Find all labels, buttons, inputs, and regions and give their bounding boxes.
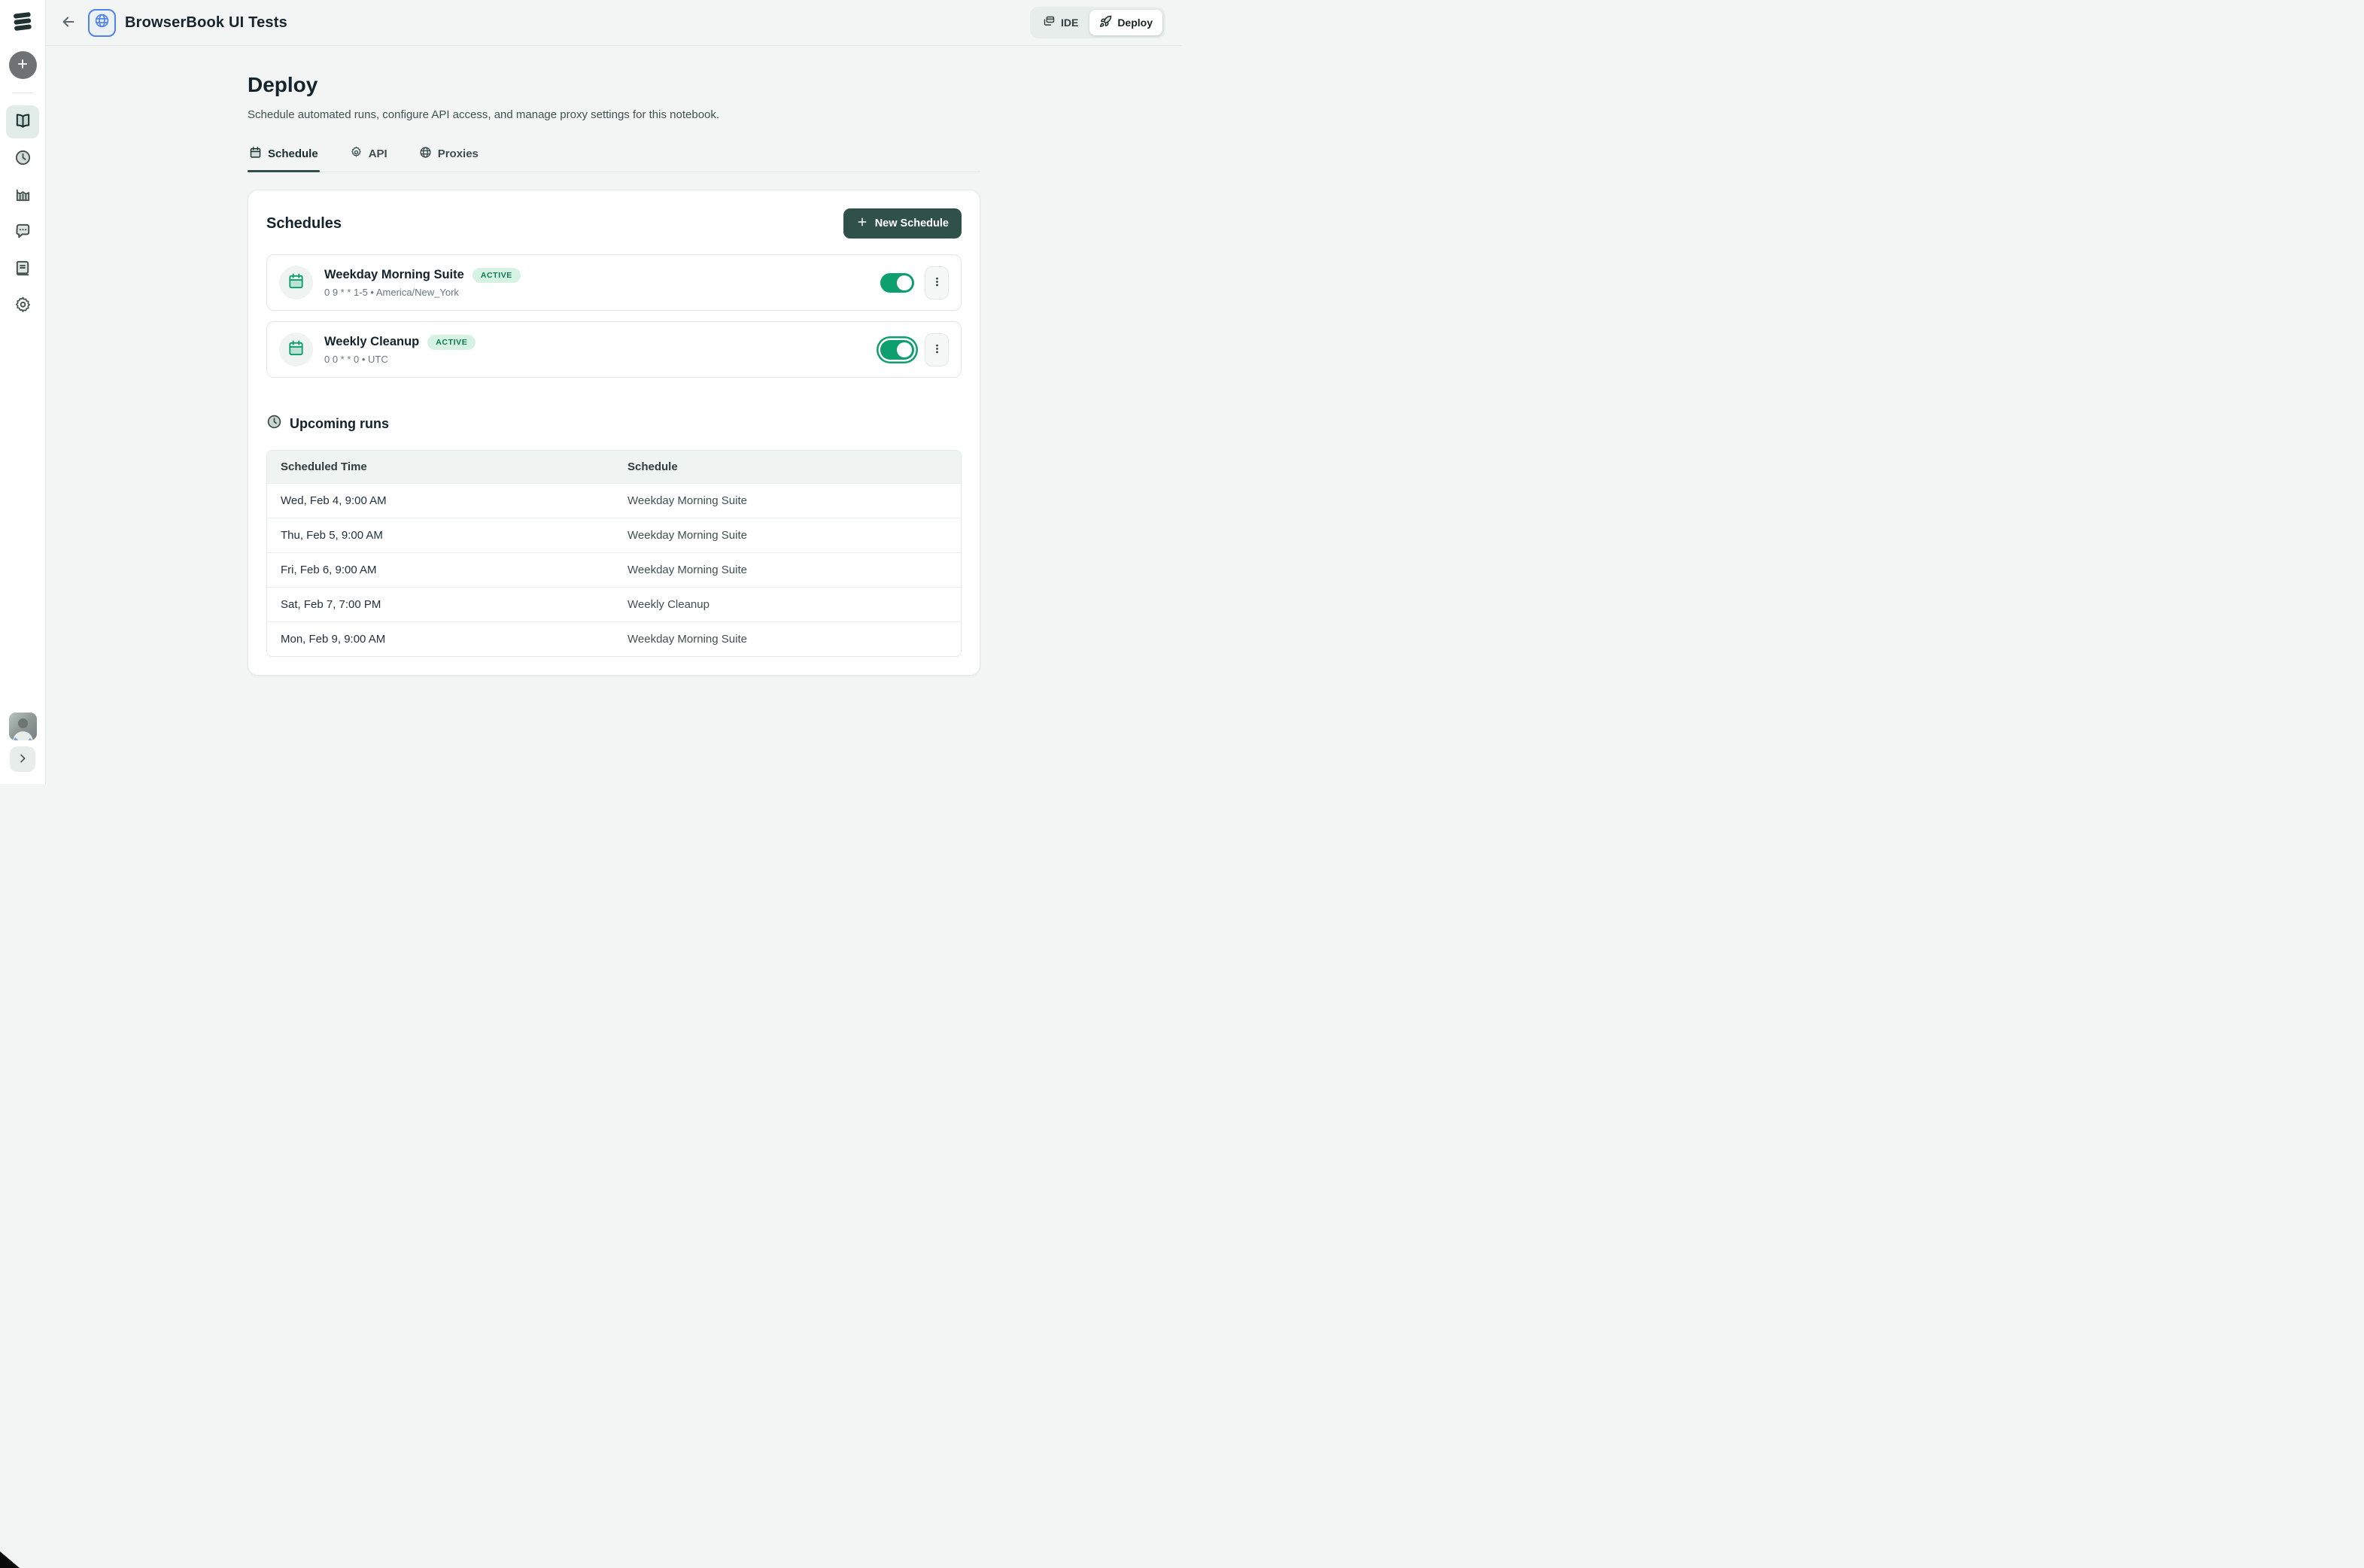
journal-icon <box>14 260 32 279</box>
main-content: Deploy Schedule automated runs, configur… <box>46 46 1182 784</box>
gear-icon <box>14 296 32 316</box>
deploy-view-label: Deploy <box>1117 17 1153 29</box>
schedules-heading: Schedules <box>266 215 342 232</box>
schedule-calendar-badge <box>279 266 313 299</box>
back-button[interactable] <box>55 9 82 36</box>
new-schedule-button[interactable]: New Schedule <box>843 208 962 239</box>
sidebar <box>0 0 46 784</box>
table-row: Mon, Feb 9, 9:00 AM Weekday Morning Suit… <box>267 621 961 656</box>
table-header-row: Scheduled Time Schedule <box>267 451 961 483</box>
run-scheduled-time: Thu, Feb 5, 9:00 AM <box>267 518 614 552</box>
schedule-item: Weekday Morning Suite ACTIVE 0 9 * * 1-5… <box>266 254 962 311</box>
tab-proxies[interactable]: Proxies <box>418 146 480 172</box>
table-row: Wed, Feb 4, 9:00 AM Weekday Morning Suit… <box>267 483 961 518</box>
tab-proxies-label: Proxies <box>438 147 479 160</box>
page-title: Deploy <box>248 73 980 97</box>
toggle-knob <box>897 275 912 290</box>
sidebar-item-schedule[interactable] <box>6 142 39 175</box>
run-schedule-name: Weekday Morning Suite <box>614 484 961 518</box>
schedule-menu-button[interactable] <box>925 333 949 366</box>
status-badge: ACTIVE <box>472 268 521 283</box>
sidebar-item-analytics[interactable] <box>6 179 39 212</box>
schedule-toggle[interactable] <box>880 273 914 293</box>
toggle-knob <box>897 342 912 357</box>
table-body: Wed, Feb 4, 9:00 AM Weekday Morning Suit… <box>267 483 961 656</box>
tab-api-label: API <box>369 147 387 160</box>
sidebar-item-notebook[interactable] <box>6 105 39 138</box>
globe-icon <box>419 146 432 162</box>
column-header-scheduled-time: Scheduled Time <box>267 451 614 483</box>
upcoming-runs-table: Scheduled Time Schedule Wed, Feb 4, 9:00… <box>266 450 962 657</box>
chevron-right-icon <box>17 752 29 767</box>
table-row: Thu, Feb 5, 9:00 AM Weekday Morning Suit… <box>267 518 961 552</box>
globe-icon <box>94 13 110 32</box>
cursor-artifact <box>0 1551 20 1568</box>
calendar-icon <box>287 272 305 293</box>
run-schedule-name: Weekly Cleanup <box>614 588 961 621</box>
schedule-cron: 0 0 * * 0 • UTC <box>324 354 476 365</box>
schedule-name: Weekly Cleanup <box>324 335 419 349</box>
schedule-name: Weekday Morning Suite <box>324 268 464 282</box>
schedule-list: Weekday Morning Suite ACTIVE 0 9 * * 1-5… <box>266 254 962 378</box>
schedule-cron: 0 9 * * 1-5 • America/New_York <box>324 287 521 298</box>
view-mode-switcher: IDE Deploy <box>1030 7 1165 38</box>
schedule-menu-button[interactable] <box>925 266 949 299</box>
ide-view-button[interactable]: IDE <box>1033 10 1088 35</box>
schedule-item: Weekly Cleanup ACTIVE 0 0 * * 0 • UTC <box>266 321 962 378</box>
tab-api[interactable]: API <box>348 146 389 172</box>
schedule-toggle[interactable] <box>880 340 914 360</box>
run-scheduled-time: Fri, Feb 6, 9:00 AM <box>267 553 614 587</box>
deploy-tabs: Schedule API Proxies <box>248 146 980 172</box>
column-header-schedule: Schedule <box>614 451 961 483</box>
plus-icon <box>856 216 868 231</box>
app-logo-layers-icon <box>11 11 35 33</box>
top-bar: BrowserBook UI Tests IDE <box>46 0 1182 46</box>
deploy-view-button[interactable]: Deploy <box>1089 10 1162 35</box>
new-notebook-button[interactable] <box>9 51 37 79</box>
kebab-icon <box>931 276 943 290</box>
notebook-title: BrowserBook UI Tests <box>125 14 287 32</box>
table-row: Fri, Feb 6, 9:00 AM Weekday Morning Suit… <box>267 552 961 587</box>
kebab-icon <box>931 343 943 357</box>
bar-chart-icon <box>14 186 32 205</box>
schedules-card: Schedules New Schedule <box>248 190 980 676</box>
upcoming-runs-heading: Upcoming runs <box>290 416 389 432</box>
ide-windows-icon <box>1043 15 1056 30</box>
chat-bubble-icon <box>14 223 32 242</box>
rocket-icon <box>1099 15 1112 30</box>
page-subtitle: Schedule automated runs, configure API a… <box>248 108 980 121</box>
calendar-icon <box>287 339 305 360</box>
clock-icon <box>266 414 282 433</box>
run-scheduled-time: Mon, Feb 9, 9:00 AM <box>267 622 614 656</box>
run-scheduled-time: Sat, Feb 7, 7:00 PM <box>267 588 614 621</box>
user-avatar[interactable] <box>9 713 37 740</box>
schedule-calendar-badge <box>279 333 313 366</box>
table-row: Sat, Feb 7, 7:00 PM Weekly Cleanup <box>267 587 961 621</box>
clock-icon <box>14 149 32 169</box>
new-schedule-label: New Schedule <box>875 217 949 229</box>
arrow-left-icon <box>60 14 77 32</box>
tab-schedule-label: Schedule <box>268 147 318 160</box>
notebook-type-badge <box>88 9 116 37</box>
sidebar-item-settings[interactable] <box>6 290 39 323</box>
ide-view-label: IDE <box>1061 17 1078 29</box>
gear-icon <box>350 146 363 162</box>
run-scheduled-time: Wed, Feb 4, 9:00 AM <box>267 484 614 518</box>
book-open-icon <box>14 112 32 132</box>
tab-schedule[interactable]: Schedule <box>248 146 320 172</box>
run-schedule-name: Weekday Morning Suite <box>614 518 961 552</box>
run-schedule-name: Weekday Morning Suite <box>614 622 961 656</box>
plus-icon <box>16 57 29 73</box>
run-schedule-name: Weekday Morning Suite <box>614 553 961 587</box>
calendar-icon <box>249 146 262 162</box>
sidebar-expand-button[interactable] <box>10 746 35 772</box>
status-badge: ACTIVE <box>427 335 476 350</box>
sidebar-item-journal[interactable] <box>6 253 39 286</box>
sidebar-item-comments[interactable] <box>6 216 39 249</box>
